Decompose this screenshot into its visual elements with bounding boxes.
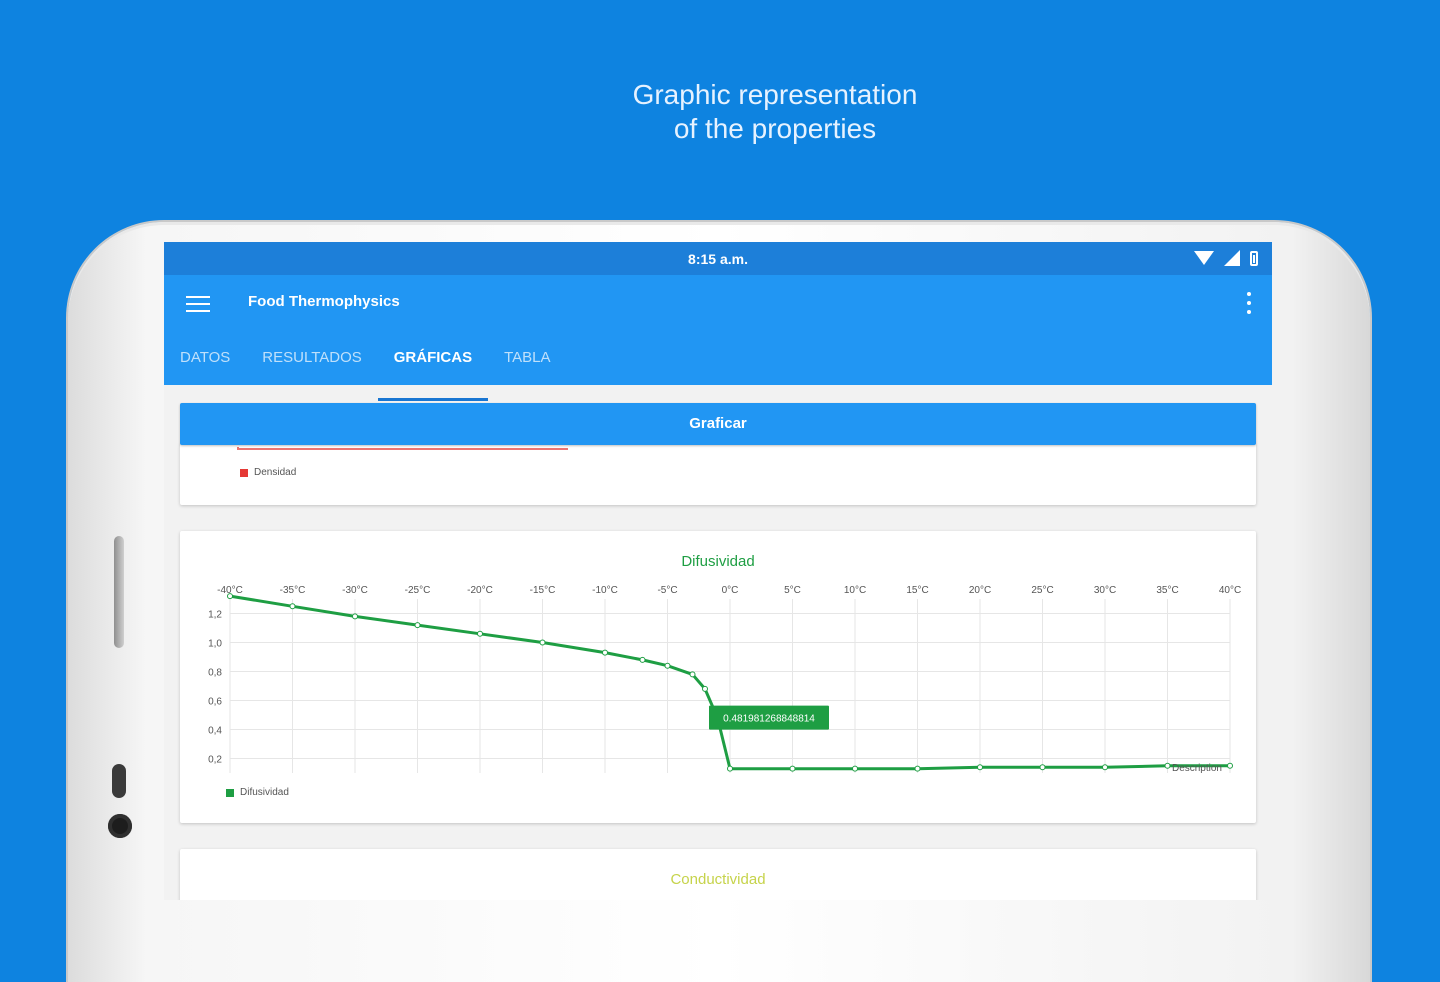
diffusivity-chart-title: Difusividad	[681, 553, 755, 570]
x-tick-label: 20°C	[969, 585, 991, 596]
data-point	[789, 765, 796, 772]
status-time: 8:15 a.m.	[688, 251, 748, 267]
x-tick-label: -30°C	[342, 585, 368, 596]
diffusivity-legend-label: Difusividad	[240, 787, 289, 798]
density-legend-swatch	[240, 468, 248, 477]
data-point	[689, 671, 696, 678]
signal-icon	[1224, 250, 1240, 266]
volume-button	[114, 536, 124, 648]
tab-bar: DATOS RESULTADOS GRÁFICAS TABLA	[164, 347, 567, 401]
y-tick-label: 0,8	[208, 668, 222, 679]
promo-line-1: Graphic representation	[632, 79, 918, 110]
device-screen: 8:15 a.m. Food Thermophysics DATOS RESUL…	[164, 242, 1272, 900]
tab-tabla[interactable]: TABLA	[488, 347, 566, 385]
x-tick-label: -25°C	[405, 585, 431, 596]
wifi-icon	[1194, 251, 1214, 265]
data-point	[1164, 762, 1171, 769]
tab-graficas[interactable]: GRÁFICAS	[377, 347, 489, 401]
sensor	[112, 764, 126, 798]
data-point	[352, 613, 358, 620]
promo-caption: Graphic representation of the properties	[0, 78, 1440, 146]
x-tick-label: -5°C	[657, 585, 677, 596]
density-chart	[237, 447, 568, 450]
app-bar: Food Thermophysics DATOS RESULTADOS GRÁF…	[164, 275, 1272, 401]
x-tick-label: 5°C	[784, 585, 801, 596]
data-point	[539, 639, 546, 646]
density-legend: Densidad	[240, 467, 296, 478]
diffusivity-chart-card: Difusividad -40°C -35°C -30°C -25°C -20°C -15…	[180, 531, 1256, 823]
y-tick-label: 1,0	[208, 639, 222, 650]
x-tick-label: 25°C	[1031, 585, 1053, 596]
x-tick-label: 0°C	[722, 585, 739, 596]
data-point	[914, 765, 921, 772]
data-point	[639, 656, 646, 663]
diffusivity-legend-swatch	[226, 788, 234, 797]
data-point	[227, 593, 233, 600]
conductivity-chart-card: Conductividad	[180, 849, 1256, 900]
data-point	[702, 685, 708, 692]
density-series-line	[237, 447, 568, 450]
data-point	[977, 764, 983, 771]
menu-icon[interactable]	[186, 296, 210, 314]
data-point	[664, 662, 671, 669]
y-tick-label: 1,2	[208, 610, 222, 621]
data-point	[289, 603, 296, 610]
app-title: Food Thermophysics	[248, 293, 400, 310]
tab-resultados[interactable]: RESULTADOS	[246, 347, 377, 385]
conductivity-chart-title: Conductividad	[670, 871, 766, 888]
density-chart-card: Densidad	[180, 443, 1256, 505]
x-tick-label: 40°C	[1219, 585, 1241, 596]
x-tick-label: 35°C	[1156, 585, 1178, 596]
data-point	[414, 622, 421, 629]
diffusivity-chart: -40°C -35°C -30°C -25°C -20°C -15°C -10°C -5°C 0…	[208, 585, 1241, 774]
data-point	[477, 630, 483, 637]
tab-datos[interactable]: DATOS	[164, 347, 246, 385]
status-icons	[1194, 250, 1258, 266]
description-label: Description	[1172, 763, 1222, 774]
promo-line-2: of the properties	[673, 113, 877, 144]
data-point	[727, 765, 733, 772]
marker-label: 0.481981268848814	[723, 714, 815, 725]
battery-icon	[1250, 250, 1258, 266]
x-tick-label: -15°C	[530, 585, 556, 596]
x-tick-label: 30°C	[1094, 585, 1116, 596]
x-tick-label: -10°C	[592, 585, 618, 596]
x-tick-label: -20°C	[467, 585, 493, 596]
more-options-icon[interactable]	[1246, 292, 1252, 314]
x-tick-label: -35°C	[280, 585, 306, 596]
data-point	[1102, 764, 1108, 771]
graficar-button[interactable]: Graficar	[180, 403, 1256, 445]
data-point	[1039, 764, 1046, 771]
density-legend-label: Densidad	[254, 467, 297, 478]
content-area[interactable]: Graficar Densidad Difusividad -40°C -35°C…	[164, 385, 1272, 900]
y-tick-label: 0,6	[208, 697, 222, 708]
status-bar: 8:15 a.m.	[164, 242, 1272, 275]
y-tick-label: 0,4	[208, 726, 222, 737]
front-camera	[108, 814, 132, 838]
diffusivity-legend: Difusividad	[226, 787, 289, 798]
data-point	[852, 765, 858, 772]
x-tick-label: 10°C	[844, 585, 866, 596]
data-point	[1227, 762, 1233, 769]
x-tick-label: 15°C	[906, 585, 928, 596]
y-tick-label: 0,2	[208, 755, 222, 766]
data-point	[602, 649, 608, 656]
